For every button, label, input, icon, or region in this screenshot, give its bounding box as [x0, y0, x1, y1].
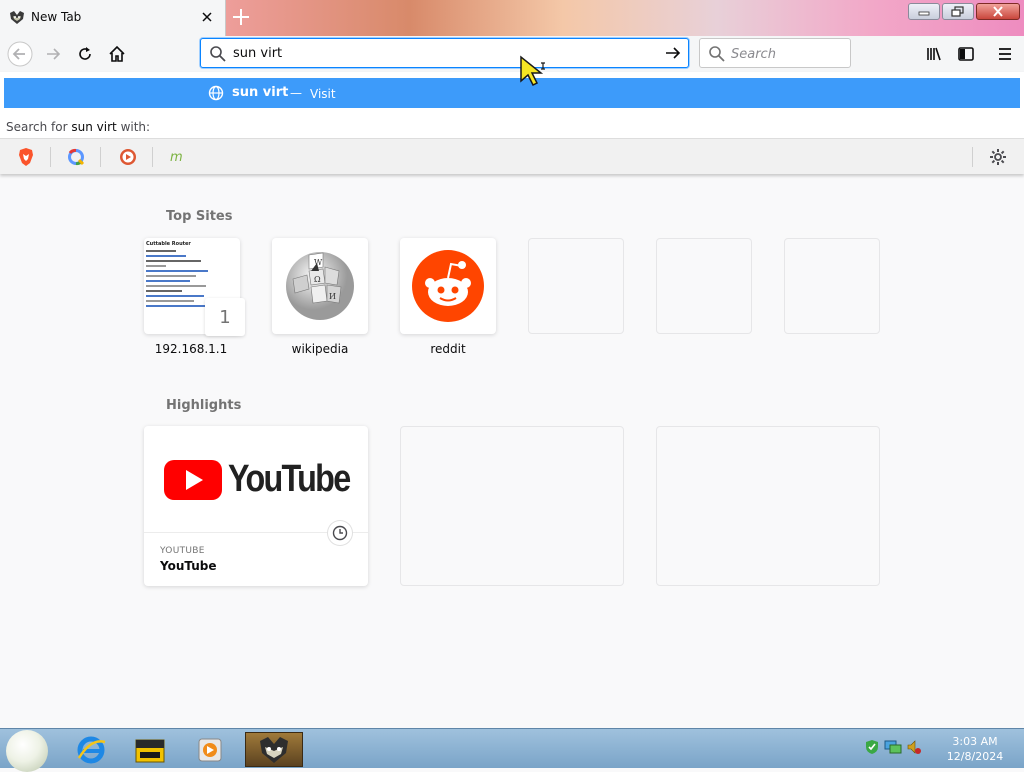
top-site-empty — [528, 238, 624, 334]
brave-icon[interactable] — [16, 147, 36, 167]
engine-divider — [100, 147, 101, 167]
mojeek-icon[interactable]: m — [168, 147, 188, 167]
start-button[interactable] — [6, 730, 48, 772]
highlight-card-empty — [656, 426, 880, 586]
search-placeholder: Search — [731, 47, 776, 62]
duckduckgo-icon[interactable] — [118, 147, 138, 167]
taskbar-date: 12/8/2024 — [946, 750, 1004, 763]
search-with-query: sun virt — [71, 120, 117, 134]
security-shield-icon[interactable] — [864, 739, 880, 759]
autocomplete-suggestion[interactable]: sun virt — Visit — [4, 78, 1020, 108]
close-tab-icon[interactable] — [198, 8, 216, 26]
taskbar-time: 3:03 AM — [952, 735, 998, 748]
search-icon — [708, 45, 726, 67]
top-site-empty — [784, 238, 880, 334]
reload-button[interactable] — [70, 39, 100, 69]
top-site-label[interactable]: wikipedia — [265, 342, 375, 356]
highlight-card-youtube[interactable]: YouTube YOUTUBE YouTube — [144, 426, 368, 586]
wikipedia-logo-icon: W Ω И — [283, 249, 357, 327]
forward-button[interactable] — [38, 39, 68, 69]
taskbar-internet-explorer[interactable] — [62, 732, 120, 767]
suggestion-separator: — — [290, 86, 302, 100]
engine-divider — [972, 147, 973, 167]
svg-text:Ω: Ω — [314, 275, 321, 284]
pinned-site-number: 1 — [205, 298, 245, 336]
url-input-value[interactable]: sun virt — [233, 46, 282, 61]
tab-new-tab[interactable]: New Tab — [0, 0, 226, 36]
highlight-title: YouTube — [160, 559, 217, 573]
search-with-prefix: Search for — [6, 120, 68, 134]
svg-text:m: m — [170, 150, 183, 164]
menu-hamburger-icon[interactable] — [990, 39, 1020, 69]
one-off-search-engines: m — [0, 138, 1024, 174]
new-tab-plus-icon[interactable] — [230, 6, 252, 28]
taskbar-file-manager[interactable] — [121, 732, 179, 767]
tab-strip: New Tab — [0, 0, 1024, 36]
navigation-toolbar: sun virt Search — [0, 36, 1024, 72]
network-icon[interactable] — [884, 739, 902, 759]
home-button[interactable] — [102, 39, 132, 69]
highlight-host: YOUTUBE — [160, 546, 205, 556]
search-bar[interactable]: Search — [699, 38, 851, 68]
engine-divider — [50, 147, 51, 167]
suggestion-query: sun virt — [232, 85, 289, 100]
mouse-cursor-icon — [519, 55, 549, 93]
sidebar-icon[interactable] — [951, 39, 981, 69]
qwant-icon[interactable] — [66, 147, 86, 167]
back-button[interactable] — [5, 39, 35, 69]
window-controls — [908, 3, 1020, 20]
highlight-card-empty — [400, 426, 624, 586]
restore-button[interactable] — [942, 3, 974, 20]
taskbar-clock[interactable]: 3:03 AM 12/8/2024 — [940, 734, 1010, 764]
library-icon[interactable] — [919, 39, 949, 69]
raccoon-favicon-icon — [8, 10, 26, 26]
search-with-label: Search for sun virt with: — [6, 120, 150, 134]
top-site-wikipedia[interactable]: W Ω И — [272, 238, 368, 334]
youtube-thumbnail: YouTube — [144, 426, 368, 533]
gear-icon[interactable] — [988, 147, 1008, 167]
top-site-label[interactable]: 192.168.1.1 — [136, 342, 246, 356]
close-window-button[interactable] — [976, 3, 1020, 20]
svg-text:И: И — [329, 292, 336, 301]
system-tray — [864, 739, 922, 759]
taskbar-browser-active[interactable] — [245, 732, 303, 767]
suggestion-action: Visit — [310, 87, 336, 101]
go-arrow-icon[interactable] — [664, 44, 682, 66]
top-site-label[interactable]: reddit — [393, 342, 503, 356]
tab-title: New Tab — [31, 10, 82, 24]
highlights-title: Highlights — [166, 398, 242, 413]
search-icon — [209, 45, 227, 67]
reddit-logo-icon — [411, 249, 485, 327]
youtube-logo-text: YouTube — [228, 458, 351, 500]
top-site-reddit[interactable] — [400, 238, 496, 334]
thumbnail-heading: Cuttable Router — [146, 241, 191, 247]
taskbar: 3:03 AM 12/8/2024 — [0, 728, 1024, 772]
minimize-button[interactable] — [908, 3, 940, 20]
search-with-suffix: with: — [120, 120, 151, 134]
globe-icon — [208, 85, 224, 105]
top-sites-title: Top Sites — [166, 209, 233, 224]
taskbar-media-player[interactable] — [181, 732, 239, 767]
engine-divider — [152, 147, 153, 167]
clock-icon — [328, 521, 352, 545]
url-autocomplete-popup: sun virt — Visit Search for sun virt wit… — [0, 72, 1024, 174]
volume-icon[interactable] — [906, 739, 922, 759]
url-bar[interactable]: sun virt — [200, 38, 689, 68]
top-site-empty — [656, 238, 752, 334]
